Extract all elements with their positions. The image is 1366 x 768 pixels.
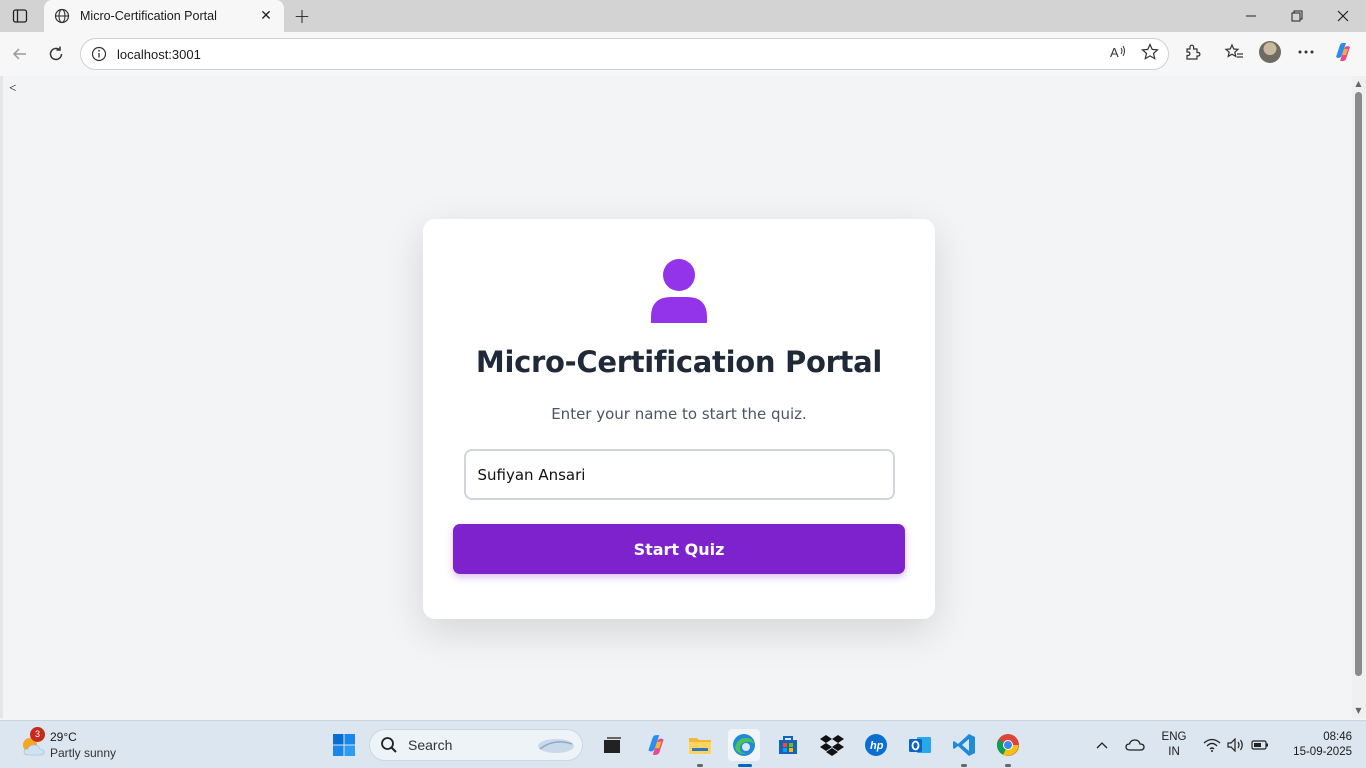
- running-indicator: [697, 764, 703, 767]
- show-hidden-icons-chevron-icon[interactable]: [1090, 729, 1114, 761]
- copilot-icon[interactable]: [1331, 40, 1355, 64]
- page-subtitle: Enter your name to start the quiz.: [551, 405, 807, 423]
- read-aloud-icon[interactable]: A: [1106, 40, 1130, 64]
- taskbar-search[interactable]: Search: [369, 729, 583, 761]
- clock-date: 15-09-2025: [1293, 746, 1352, 758]
- start-quiz-button[interactable]: Start Quiz: [453, 524, 905, 574]
- search-icon: [381, 737, 397, 753]
- new-tab-icon[interactable]: +: [290, 4, 314, 28]
- browser-toolbar: localhost:3001 A: [0, 32, 1366, 76]
- favorites-list-icon[interactable]: [1222, 40, 1246, 64]
- login-card: Micro-Certification Portal Enter your na…: [423, 219, 935, 619]
- globe-icon: [54, 8, 70, 24]
- weather-badge: 3: [30, 727, 45, 742]
- extensions-icon[interactable]: [1181, 40, 1205, 64]
- edge-browser-icon[interactable]: [728, 729, 760, 767]
- weather-widget[interactable]: 3 29°C Partly sunny: [18, 727, 148, 763]
- chrome-icon[interactable]: [992, 729, 1024, 767]
- dropbox-icon[interactable]: [816, 729, 848, 761]
- microsoft-store-icon[interactable]: [772, 729, 804, 761]
- back-link[interactable]: <: [9, 80, 16, 96]
- scroll-down-icon[interactable]: ▼: [1354, 706, 1363, 715]
- url-text: localhost:3001: [117, 46, 201, 62]
- battery-icon[interactable]: [1247, 729, 1273, 761]
- minimize-icon[interactable]: [1228, 0, 1274, 32]
- address-bar[interactable]: localhost:3001: [80, 38, 1169, 70]
- file-explorer-icon[interactable]: [684, 729, 716, 767]
- tab-close-icon[interactable]: ✕: [258, 8, 274, 24]
- clock[interactable]: 08:46 15-09-2025: [1278, 730, 1352, 760]
- search-label: Search: [408, 737, 453, 753]
- outlook-icon[interactable]: [904, 729, 936, 761]
- name-input[interactable]: [463, 449, 895, 500]
- vscode-icon[interactable]: [948, 729, 980, 767]
- browser-tab[interactable]: Micro-Certification Portal ✕: [44, 0, 284, 32]
- more-menu-icon[interactable]: [1294, 40, 1318, 64]
- taskbar: 3 29°C Partly sunny Search hp ENG IN 08:…: [0, 720, 1366, 768]
- weather-temp: 29°C: [50, 730, 77, 744]
- svg-text:A: A: [1110, 45, 1119, 60]
- user-icon: [651, 259, 707, 323]
- volume-icon[interactable]: [1223, 729, 1249, 761]
- back-arrow-icon[interactable]: [6, 40, 34, 68]
- favorite-star-icon[interactable]: [1138, 40, 1162, 64]
- browser-titlebar: Micro-Certification Portal ✕ +: [0, 0, 1366, 32]
- svg-text:hp: hp: [870, 740, 884, 752]
- vertical-scrollbar[interactable]: ▲ ▼: [1352, 76, 1366, 718]
- restore-icon[interactable]: [1274, 0, 1320, 32]
- scroll-up-icon[interactable]: ▲: [1354, 79, 1363, 88]
- tab-actions-icon[interactable]: [6, 4, 34, 28]
- scroll-thumb[interactable]: [1355, 92, 1362, 676]
- hp-icon[interactable]: hp: [860, 729, 892, 761]
- wifi-icon[interactable]: [1199, 729, 1225, 761]
- running-indicator: [1005, 764, 1011, 767]
- windows-start-icon[interactable]: [328, 729, 360, 761]
- close-window-icon[interactable]: [1320, 0, 1366, 32]
- refresh-icon[interactable]: [42, 40, 70, 68]
- page-title: Micro-Certification Portal: [475, 345, 883, 379]
- active-indicator: [738, 764, 752, 767]
- region-code: IN: [1168, 746, 1180, 758]
- page-viewport: < Micro-Certification Portal Enter your …: [0, 76, 1366, 718]
- tab-title: Micro-Certification Portal: [80, 9, 217, 23]
- onedrive-cloud-icon[interactable]: [1122, 729, 1148, 761]
- language-indicator[interactable]: ENG IN: [1156, 730, 1192, 760]
- copilot-app-icon[interactable]: [640, 729, 672, 761]
- clock-time: 08:46: [1323, 731, 1352, 743]
- task-view-icon[interactable]: [596, 729, 628, 761]
- profile-avatar[interactable]: [1258, 40, 1282, 64]
- weather-condition: Partly sunny: [50, 746, 117, 760]
- running-indicator: [961, 764, 967, 767]
- site-info-icon[interactable]: [91, 46, 107, 62]
- search-highlight-icon: [538, 739, 574, 753]
- language-code: ENG: [1161, 731, 1187, 743]
